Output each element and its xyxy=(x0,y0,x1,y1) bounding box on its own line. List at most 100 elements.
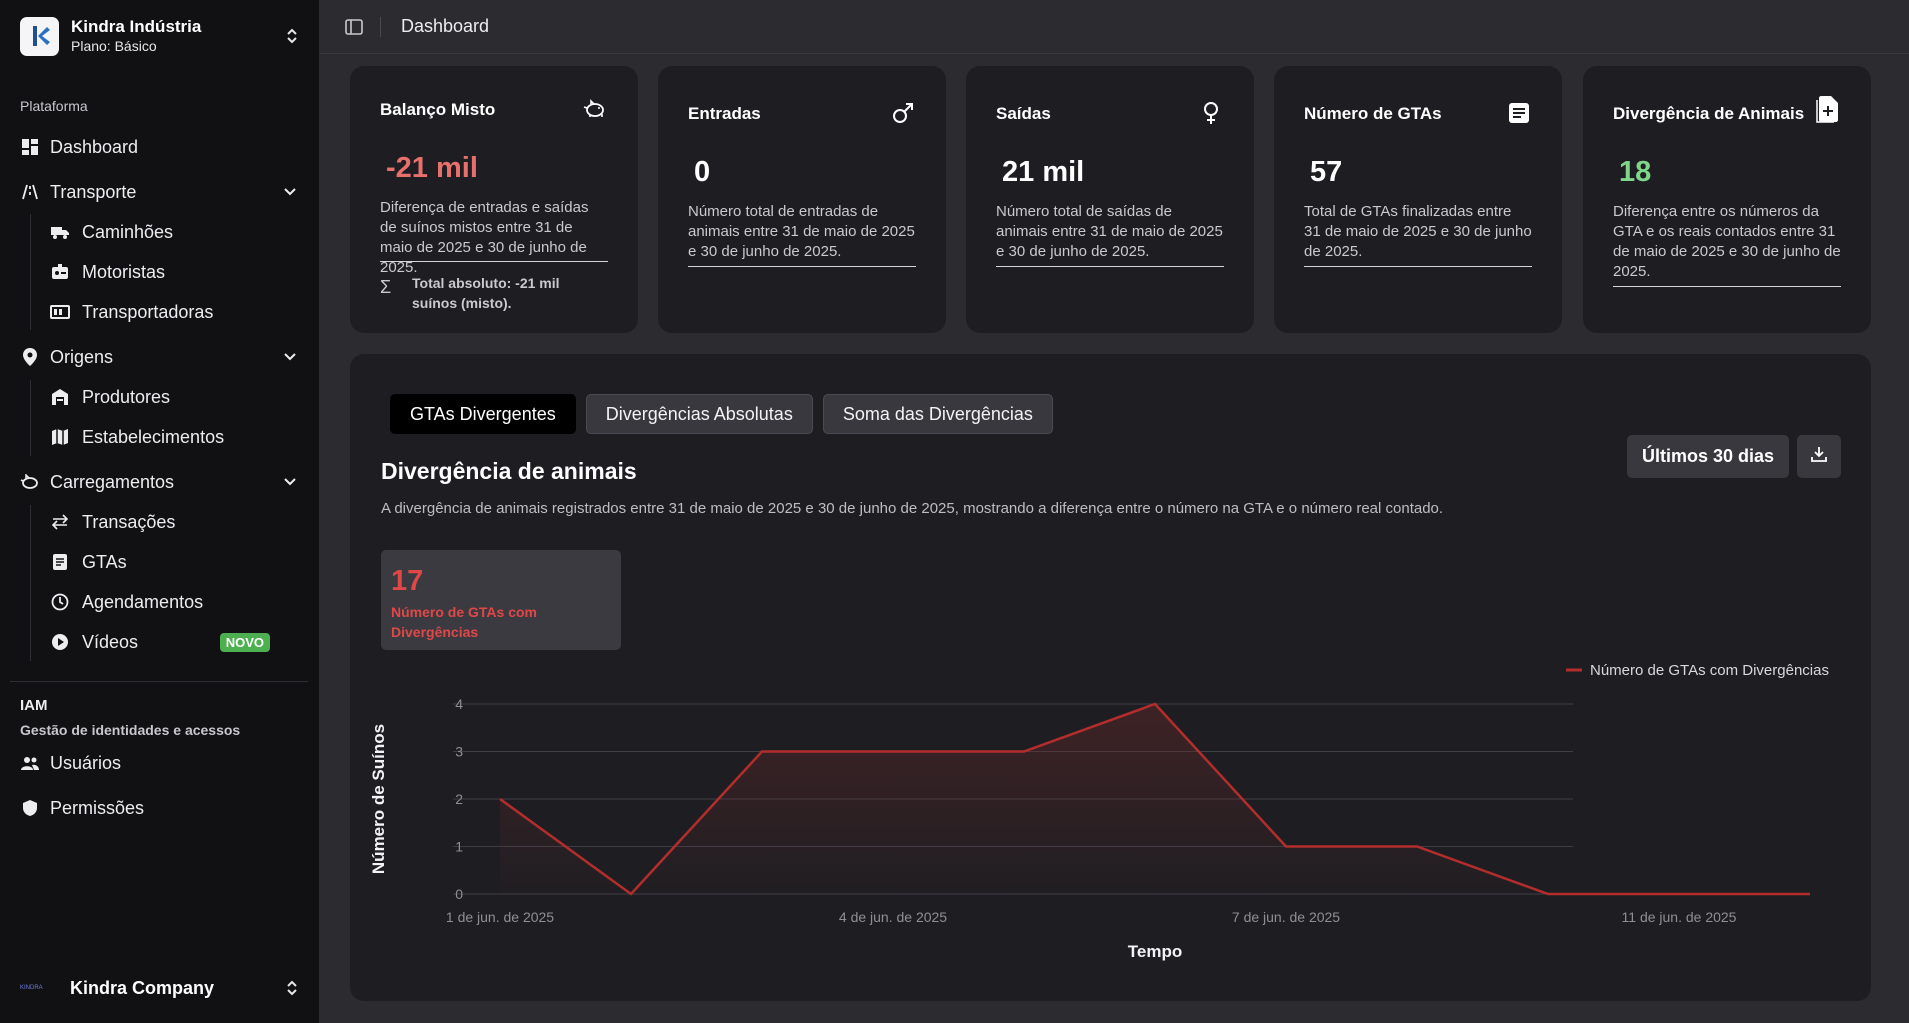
sidebar-toggle-icon[interactable] xyxy=(344,17,364,37)
sidebar-item-label: Vídeos xyxy=(82,631,139,652)
x-tick-label: 7 de jun. de 2025 xyxy=(1232,909,1340,925)
sidebar-item-dashboard[interactable]: Dashboard xyxy=(20,132,300,162)
topbar-separator xyxy=(380,16,381,37)
chevrons-up-down-icon xyxy=(284,977,300,999)
kpi-card-entradas: Entradas 0 Número total de entradas de a… xyxy=(658,66,946,333)
divergence-panel: GTAs Divergentes Divergências Absolutas … xyxy=(350,354,1871,1001)
y-tick-label: 3 xyxy=(455,744,463,760)
sidebar-group-transporte[interactable]: Transporte xyxy=(20,177,300,207)
card-divider xyxy=(380,261,608,262)
sidebar-item-caminhoes[interactable]: Caminhões xyxy=(50,217,290,247)
document-icon xyxy=(50,552,70,572)
card-title: Número de GTAs xyxy=(1304,104,1442,123)
sidebar-item-gtas[interactable]: GTAs xyxy=(50,547,290,577)
users-icon xyxy=(20,753,40,773)
card-value: 57 xyxy=(1310,156,1343,188)
map-icon xyxy=(50,427,70,447)
card-value: 18 xyxy=(1619,156,1652,188)
sidebar-group-label: Carregamentos xyxy=(50,471,175,492)
y-tick-label: 1 xyxy=(455,839,463,855)
swap-arrows-icon xyxy=(50,512,70,532)
sidebar-item-videos[interactable]: Vídeos NOVO xyxy=(50,627,290,657)
card-value: 21 mil xyxy=(1002,156,1085,188)
sidebar-item-transacoes[interactable]: Transações xyxy=(50,507,290,537)
sidebar-item-label: Transportadoras xyxy=(82,301,214,322)
company-switcher[interactable]: KINDRA Kindra Company xyxy=(20,972,300,1004)
kpi-card-saidas: Saídas 21 mil Número total de saídas de … xyxy=(966,66,1254,333)
divergence-chart: Número de GTAs com Divergências 0 1 2 3 4 1 … xyxy=(369,662,1829,961)
x-tick-label: 11 de jun. de 2025 xyxy=(1622,909,1737,925)
x-tick-label: 1 de jun. de 2025 xyxy=(446,909,554,925)
sidebar-item-label: Produtores xyxy=(82,386,171,407)
sidebar-item-label: Dashboard xyxy=(50,136,139,157)
platform-label: Plataforma xyxy=(20,98,88,114)
sidebar-item-label: Usuários xyxy=(50,752,122,773)
card-title: Divergência de Animais xyxy=(1613,104,1805,123)
sidebar-group-origens[interactable]: Origens xyxy=(20,342,300,372)
id-badge-icon xyxy=(50,262,70,282)
y-tick-label: 0 xyxy=(455,886,463,902)
dashboard-icon xyxy=(20,137,40,157)
card-description: Diferença entre os números da GTA e os r… xyxy=(1613,203,1841,280)
card-title: Saídas xyxy=(996,104,1051,123)
sidebar-item-agendamentos[interactable]: Agendamentos xyxy=(50,587,290,617)
y-axis-label: Número de Suínos xyxy=(369,724,388,874)
female-icon xyxy=(1198,100,1224,126)
container-icon xyxy=(50,302,70,322)
org-switcher[interactable]: Kindra Indústria Plano: Básico xyxy=(20,16,300,56)
sigma-icon: Σ xyxy=(380,277,392,297)
card-description: Diferença de entradas e saídas de suínos… xyxy=(380,199,589,276)
sidebar-item-label: Motoristas xyxy=(82,261,166,282)
piggy-bank-icon xyxy=(582,96,608,122)
card-total-text: Total absoluto: -21 mil suínos (misto). xyxy=(412,275,560,311)
shield-icon xyxy=(20,798,40,818)
location-pin-icon xyxy=(20,347,40,367)
sidebar-group-carregamentos[interactable]: Carregamentos xyxy=(20,467,300,497)
sidebar-item-motoristas[interactable]: Motoristas xyxy=(50,257,290,287)
sidebar: Kindra Indústria Plano: Básico Plataform… xyxy=(0,0,320,1023)
play-circle-icon xyxy=(50,632,70,652)
kpi-card-balanco: Balanço Misto -21 mil Diferença de entra… xyxy=(350,66,638,333)
truck-icon xyxy=(50,222,70,242)
org-plan: Plano: Básico xyxy=(71,38,157,54)
card-description: Número total de saídas de animais entre … xyxy=(996,203,1223,260)
kpi-card-gtas: Número de GTAs 57 Total de GTAs finaliza… xyxy=(1274,66,1562,333)
sidebar-item-label: Permissões xyxy=(50,797,145,818)
org-logo-icon xyxy=(20,16,59,56)
sidebar-divider xyxy=(10,681,308,682)
sidebar-item-label: Agendamentos xyxy=(82,591,204,612)
card-description: Número total de entradas de animais entr… xyxy=(688,203,915,260)
sidebar-item-usuarios[interactable]: Usuários xyxy=(20,748,300,778)
card-description: Total de GTAs finalizadas entre 31 de ma… xyxy=(1304,203,1532,260)
chevron-down-icon xyxy=(280,187,300,197)
sidebar-item-permissoes[interactable]: Permissões xyxy=(20,793,300,823)
warehouse-icon xyxy=(50,387,70,407)
pig-icon xyxy=(20,472,40,492)
card-total: Σ Total absoluto: -21 mil suínos (misto)… xyxy=(380,273,572,313)
card-divider xyxy=(996,266,1224,267)
y-tick-label: 4 xyxy=(455,696,463,712)
sidebar-item-label: GTAs xyxy=(82,551,127,572)
chevron-down-icon xyxy=(280,352,300,362)
y-tick-label: 2 xyxy=(455,791,463,807)
x-axis-label: Tempo xyxy=(1128,942,1182,961)
document-icon xyxy=(1506,100,1532,126)
chevrons-up-down-icon xyxy=(284,25,300,47)
sidebar-item-transportadoras[interactable]: Transportadoras xyxy=(50,297,290,327)
sidebar-item-estabelecimentos[interactable]: Estabelecimentos xyxy=(50,422,290,452)
sidebar-item-produtores[interactable]: Produtores xyxy=(50,382,290,412)
y-axis-ticks: 0 1 2 3 4 xyxy=(455,696,463,902)
card-title: Balanço Misto xyxy=(380,100,496,119)
male-icon xyxy=(890,100,916,126)
chevron-down-icon xyxy=(280,477,300,487)
org-name: Kindra Indústria xyxy=(71,17,202,36)
topbar: Dashboard xyxy=(320,0,1909,54)
kpi-card-divergencia: Divergência de Animais 18 Diferença entr… xyxy=(1583,66,1871,333)
sidebar-item-label: Transações xyxy=(82,511,176,532)
sidebar-item-label: Caminhões xyxy=(82,221,174,242)
card-value: -21 mil xyxy=(386,152,478,184)
iam-title: IAM xyxy=(20,697,48,714)
clock-icon xyxy=(50,592,70,612)
company-name: Kindra Company xyxy=(70,977,215,998)
chart-legend: Número de GTAs com Divergências xyxy=(1566,662,1829,679)
